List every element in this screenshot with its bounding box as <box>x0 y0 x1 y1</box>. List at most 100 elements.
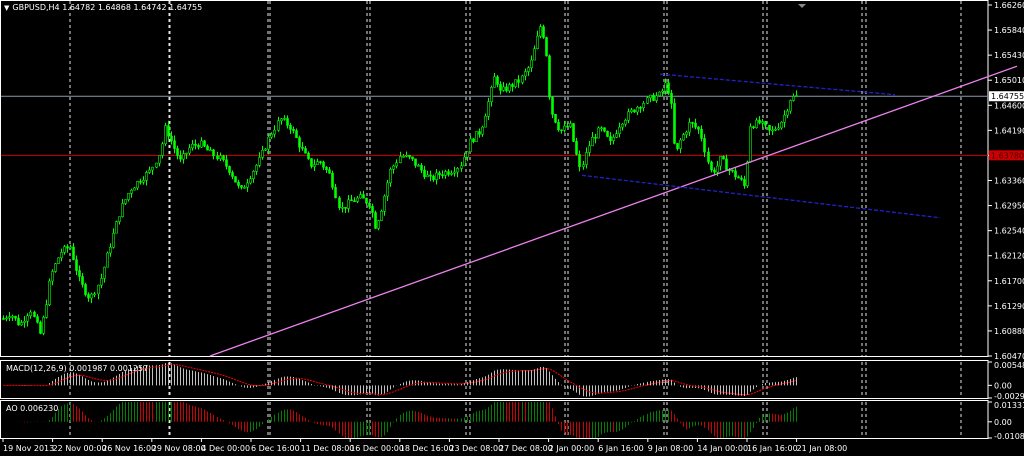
ohlc-open: 1.64782 <box>62 3 96 12</box>
candle-body <box>249 178 252 184</box>
candle-body <box>646 97 649 104</box>
candle-body <box>29 311 32 317</box>
candle-body <box>517 79 520 83</box>
candle-body <box>527 67 530 72</box>
candle-body <box>8 316 11 319</box>
candle-body <box>151 166 154 171</box>
candle-body <box>63 246 66 253</box>
candle-body <box>521 75 524 83</box>
candle-body <box>746 161 749 187</box>
candle-body <box>700 128 703 139</box>
candle-body <box>72 246 75 260</box>
candle-body <box>51 271 54 282</box>
candle-body <box>341 207 344 209</box>
candle-body <box>697 126 700 130</box>
time-tick-label: 6 Jan 16:00 <box>598 444 644 453</box>
candle-body <box>466 151 469 158</box>
ao-tick-label: 0.00 <box>994 418 1012 427</box>
time-tick-label: 2 Jan 00:00 <box>549 444 595 453</box>
candle-body <box>33 311 36 317</box>
ao-title: AO 0.006230 <box>6 404 59 413</box>
candle-body <box>402 155 405 158</box>
candle-body <box>524 71 527 77</box>
candle-body <box>371 206 374 213</box>
candle-body <box>289 125 292 130</box>
candle-body <box>399 156 402 164</box>
candle-body <box>264 148 267 151</box>
candle-body <box>23 320 26 323</box>
candle-body <box>761 121 764 124</box>
candle-body <box>84 284 87 295</box>
candle-body <box>118 216 121 222</box>
candle-body <box>713 169 716 173</box>
candle-body <box>642 103 645 109</box>
candle-body <box>505 86 508 92</box>
chart-canvas: 1.66260 1.65840 1.65430 1.65010 1.64600 1.641… <box>0 0 1024 453</box>
candle-body <box>237 181 240 186</box>
ao-histogram <box>18 402 797 438</box>
candle-body <box>127 193 130 200</box>
candle-body <box>771 129 774 132</box>
candle-body <box>463 156 466 167</box>
level-price-label: 1.63780 <box>991 151 1024 160</box>
time-tick-label: 14 Jan 00:00 <box>697 444 748 453</box>
candle-body <box>362 194 365 199</box>
candle-body <box>383 195 386 212</box>
candle-body <box>667 82 670 94</box>
candle-body <box>740 177 743 180</box>
candle-body <box>347 199 350 209</box>
candle-body <box>786 110 789 116</box>
time-tick-label: 27 Dec 08:00 <box>499 444 553 453</box>
ohlc-high: 1.64868 <box>97 3 131 12</box>
candle-body <box>124 199 127 204</box>
candle-body <box>319 161 322 163</box>
candle-body <box>45 304 48 318</box>
candle-body <box>261 149 264 158</box>
candle-body <box>612 136 615 141</box>
candle-body <box>743 179 746 187</box>
candle-body <box>484 115 487 128</box>
candle-body <box>292 129 295 131</box>
price-tick-label: 1.61290 <box>994 302 1024 311</box>
channel-line <box>581 174 941 219</box>
ao-tick-label: 0.013313 <box>994 401 1024 410</box>
time-tick-label: 21 Jan 08:00 <box>797 444 848 453</box>
candle-body <box>222 155 225 161</box>
candle-body <box>11 315 14 318</box>
candle-body <box>219 155 222 160</box>
candle-body <box>514 79 517 87</box>
candle-body <box>331 172 334 188</box>
price-tick-label: 1.65010 <box>994 76 1024 85</box>
candle-body <box>435 172 438 181</box>
candle-body <box>212 149 215 157</box>
candle-body <box>42 317 45 334</box>
candle-body <box>2 318 5 320</box>
time-tick-label: 19 Nov 2013 <box>3 444 54 453</box>
candle-body <box>206 145 209 151</box>
candle-body <box>350 199 353 202</box>
time-tick-label: 23 Dec 08:00 <box>449 444 503 453</box>
candle-body <box>93 293 96 296</box>
ohlc-low: 1.64742 <box>133 3 167 12</box>
candle-body <box>755 119 758 128</box>
candle-body <box>408 155 411 158</box>
candle-body <box>197 145 200 148</box>
candle-body <box>130 189 133 194</box>
support-trendline <box>209 65 1018 357</box>
candle-body <box>338 197 341 209</box>
candle-body <box>694 122 697 128</box>
candle-body <box>344 207 347 209</box>
candle-body <box>234 176 237 183</box>
candle-body <box>447 171 450 175</box>
candle-body <box>591 136 594 147</box>
menu-arrow-icon[interactable]: ▼ <box>4 4 9 12</box>
candle-body <box>167 125 170 137</box>
time-tick-label: 26 Nov 16:00 <box>102 444 156 453</box>
candle-body <box>649 94 652 99</box>
candle-body <box>453 171 456 174</box>
candle-body <box>636 107 639 113</box>
candle-body <box>420 165 423 171</box>
price-tick-label: 1.66260 <box>994 1 1024 10</box>
time-tick-label: 18 Dec 16:00 <box>400 444 454 453</box>
candle-body <box>411 156 414 160</box>
